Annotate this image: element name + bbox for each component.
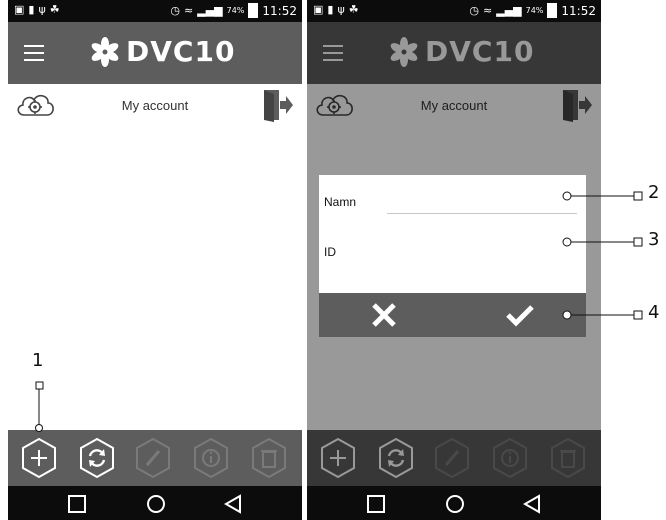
edit-icon[interactable] <box>134 437 172 479</box>
system-nav-bar <box>307 486 601 520</box>
status-right: ◷ ≈ ▂▄▆ 74% 11:52 <box>170 3 297 18</box>
add-device-dialog: Namn ID <box>319 175 586 337</box>
status-time: 11:52 <box>561 3 596 18</box>
confirm-icon[interactable] <box>505 303 535 327</box>
wifi-icon: ≈ <box>184 4 194 17</box>
add-icon[interactable] <box>20 437 58 479</box>
status-right: ◷ ≈ ▂▄▆ 74% 11:52 <box>469 3 596 18</box>
notification-icons: ▣▮ψ☘ <box>14 3 64 16</box>
account-header: My account <box>8 84 302 128</box>
status-time: 11:52 <box>262 3 297 18</box>
notification-icons: ▣▮ψ☘ <box>313 3 363 16</box>
recent-apps-icon[interactable] <box>365 493 387 515</box>
callout-2: 2 <box>648 182 660 203</box>
home-icon[interactable] <box>145 493 167 515</box>
status-bar: ▣▮ψ☘ ◷ ≈ ▂▄▆ 74% 11:52 <box>8 0 302 22</box>
battery-percent: 74% <box>525 6 544 15</box>
brand-name: DVC10 <box>126 35 236 68</box>
dialog-actions <box>319 293 586 337</box>
bottom-toolbar <box>8 430 302 486</box>
alarm-icon: ◷ <box>170 4 181 17</box>
id-label: ID <box>324 245 336 259</box>
alarm-icon: ◷ <box>469 4 480 17</box>
account-title: My account <box>121 98 189 113</box>
fan-icon <box>91 36 119 67</box>
callout-1: 1 <box>32 350 44 371</box>
callout-3: 3 <box>648 229 660 250</box>
phone-screen-main: ▣▮ψ☘ ◷ ≈ ▂▄▆ 74% 11:52 DVC10 My account <box>8 0 302 520</box>
info-icon[interactable] <box>192 437 230 479</box>
battery-icon <box>248 3 259 18</box>
app-bar: DVC10 <box>8 22 302 84</box>
recent-apps-icon[interactable] <box>66 493 88 515</box>
name-label: Namn <box>324 195 357 209</box>
brand-logo: DVC10 <box>90 35 235 68</box>
cancel-icon[interactable] <box>371 302 397 328</box>
menu-icon[interactable] <box>24 45 44 61</box>
system-nav-bar <box>8 486 302 520</box>
signal-icon: ▂▄▆ <box>197 4 223 17</box>
battery-icon <box>547 3 558 18</box>
back-icon[interactable] <box>521 493 543 515</box>
callout-4: 4 <box>648 302 660 323</box>
dialog-body: Namn ID <box>319 175 586 293</box>
battery-percent: 74% <box>226 6 245 15</box>
phone-screen-dialog: ▣▮ψ☘ ◷ ≈ ▂▄▆ 74% 11:52 DVC10 My account … <box>307 0 601 520</box>
name-field[interactable] <box>387 213 577 214</box>
logout-icon[interactable] <box>262 88 294 122</box>
delete-icon[interactable] <box>250 437 288 479</box>
wifi-icon: ≈ <box>483 4 493 17</box>
back-icon[interactable] <box>222 493 244 515</box>
sync-icon[interactable] <box>78 437 116 479</box>
home-icon[interactable] <box>444 493 466 515</box>
status-bar: ▣▮ψ☘ ◷ ≈ ▂▄▆ 74% 11:52 <box>307 0 601 22</box>
signal-icon: ▂▄▆ <box>496 4 522 17</box>
